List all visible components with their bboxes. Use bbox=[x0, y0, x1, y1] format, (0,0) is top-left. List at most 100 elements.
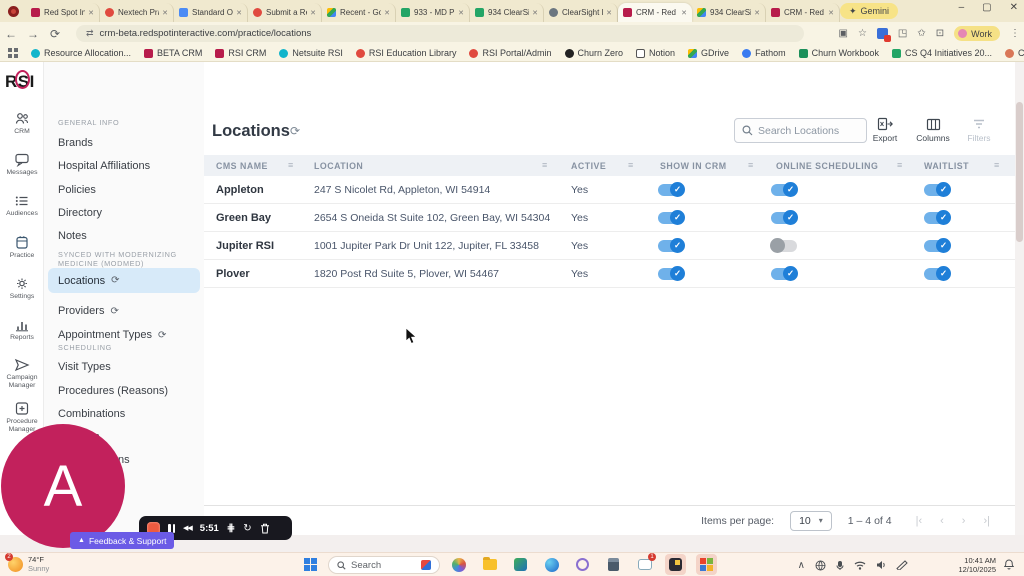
browser-tab-934-clearsi[interactable]: 934 ClearSi ✕ bbox=[470, 3, 544, 22]
profile-chip[interactable]: Work bbox=[954, 26, 1000, 41]
gemini-button[interactable]: ✦ Gemini bbox=[839, 3, 898, 19]
bookmark-fathom[interactable]: Fathom bbox=[742, 48, 786, 58]
browser-tab-red-spot-int[interactable]: Red Spot Int ✕ bbox=[26, 3, 100, 22]
taskbar-search[interactable]: Search bbox=[328, 556, 440, 574]
taskbar-clock[interactable]: 10:41 AM 12/10/2025 bbox=[958, 556, 996, 575]
bookmark-resource-allocation[interactable]: Resource Allocation... bbox=[31, 48, 131, 58]
waitlist-toggle[interactable]: ✓ bbox=[924, 182, 951, 197]
sidebar-item-policies[interactable]: Policies bbox=[48, 179, 200, 201]
sidebar-item-hospital-affiliations[interactable]: Hospital Affiliations bbox=[48, 155, 200, 177]
nav-item-settings[interactable]: Settings bbox=[0, 275, 44, 301]
scrollbar-thumb[interactable] bbox=[1016, 102, 1023, 242]
column-filter-icon[interactable]: ≡ bbox=[288, 160, 293, 170]
maximize-button[interactable]: ▢ bbox=[982, 2, 991, 13]
minimize-button[interactable]: – bbox=[959, 2, 965, 13]
bookmark-star-icon[interactable]: ☆ bbox=[858, 28, 867, 39]
browser-tab-934-clearsi[interactable]: 934 ClearSi ✕ bbox=[692, 3, 766, 22]
active-dark-app-icon[interactable] bbox=[665, 554, 686, 575]
bookmark-beta-crm[interactable]: BETA CRM bbox=[144, 48, 202, 58]
column-filter-icon[interactable]: ≡ bbox=[994, 160, 999, 170]
back-button[interactable]: ← bbox=[0, 27, 22, 41]
browser-tab-submit-a-re[interactable]: Submit a Re ✕ bbox=[248, 3, 322, 22]
grid-icon[interactable]: ⋕ bbox=[227, 523, 235, 534]
floating-avatar[interactable]: A bbox=[1, 424, 125, 548]
column-header-online-scheduling[interactable]: ONLINE SCHEDULING bbox=[776, 161, 878, 171]
show-in-crm-toggle[interactable]: ✓ bbox=[658, 182, 685, 197]
green-app-icon[interactable] bbox=[510, 554, 531, 575]
trash-icon[interactable] bbox=[260, 523, 270, 534]
restart-icon[interactable]: ↻ bbox=[243, 523, 251, 534]
nav-item-practice[interactable]: Practice bbox=[0, 229, 44, 260]
wifi-icon[interactable] bbox=[854, 560, 866, 570]
column-header-active[interactable]: ACTIVE bbox=[571, 161, 606, 171]
nav-item-reports[interactable]: Reports bbox=[0, 316, 44, 342]
show-in-crm-toggle[interactable]: ✓ bbox=[658, 210, 685, 225]
menu-kebab-icon[interactable]: ⋮ bbox=[1010, 28, 1020, 39]
column-header-cms-name[interactable]: CMS NAME bbox=[216, 161, 268, 171]
feedback-support-button[interactable]: ▲ Feedback & Support bbox=[70, 532, 175, 549]
column-header-waitlist[interactable]: WAITLIST bbox=[924, 161, 969, 171]
extension-icon[interactable] bbox=[876, 28, 891, 42]
first-page-button[interactable]: |‹ bbox=[916, 515, 923, 527]
waitlist-toggle[interactable]: ✓ bbox=[924, 210, 951, 225]
close-icon[interactable]: ✕ bbox=[384, 9, 390, 17]
last-page-button[interactable]: ›| bbox=[983, 515, 990, 527]
chat-icon[interactable]: 1 bbox=[634, 553, 656, 575]
star-icon[interactable]: ✩ bbox=[917, 28, 925, 39]
forward-button[interactable]: → bbox=[22, 27, 44, 41]
address-bar[interactable]: ⇄ crm-beta.redspotinteractive.com/practi… bbox=[76, 25, 804, 42]
browser-tab-933-md-pl[interactable]: 933 - MD Pl ✕ bbox=[396, 3, 470, 22]
sidebar-item-providers[interactable]: Providers ⟳ bbox=[48, 300, 200, 322]
column-header-location[interactable]: LOCATION bbox=[314, 161, 363, 171]
bookmark-claude[interactable]: Claude bbox=[1005, 48, 1024, 58]
column-filter-icon[interactable]: ≡ bbox=[748, 160, 753, 170]
copilot-icon[interactable] bbox=[448, 554, 469, 575]
page-size-select[interactable]: 10 ▾ bbox=[790, 510, 832, 531]
bookmark-rsi-portal-admin[interactable]: RSI Portal/Admin bbox=[469, 48, 552, 58]
browser-tab-standard-op[interactable]: Standard Op ✕ bbox=[174, 3, 248, 22]
export-button[interactable]: Export bbox=[862, 117, 908, 143]
close-icon[interactable]: ✕ bbox=[532, 9, 538, 17]
microsoft-app-icon[interactable] bbox=[696, 554, 717, 575]
sidebar-item-directory[interactable]: Directory bbox=[48, 202, 200, 224]
rewind-icon[interactable]: ◀◀ bbox=[183, 524, 193, 532]
bookmark-rsi-education-library[interactable]: RSI Education Library bbox=[355, 48, 456, 58]
show-in-crm-toggle[interactable]: ✓ bbox=[658, 266, 685, 281]
apps-grid-icon[interactable] bbox=[8, 48, 18, 58]
close-button[interactable]: ✕ bbox=[1010, 2, 1018, 13]
browser-tab-clearsight-l[interactable]: ClearSight L ✕ bbox=[544, 3, 618, 22]
edge-icon[interactable] bbox=[541, 554, 562, 575]
network-icon[interactable] bbox=[815, 560, 826, 571]
close-icon[interactable]: ✕ bbox=[310, 9, 316, 17]
online-scheduling-toggle[interactable]: ✓ bbox=[771, 266, 798, 281]
snipping-tool-icon[interactable] bbox=[572, 554, 593, 575]
bookmark-churn-zero[interactable]: Churn Zero bbox=[564, 48, 623, 58]
column-header-show-in-crm[interactable]: SHOW IN CRM bbox=[660, 161, 727, 171]
notification-bell-icon[interactable] bbox=[1004, 559, 1014, 570]
close-icon[interactable]: ✕ bbox=[458, 9, 464, 17]
close-icon[interactable]: ✕ bbox=[162, 9, 168, 17]
filters-button[interactable]: Filters bbox=[956, 117, 1002, 143]
online-scheduling-toggle[interactable]: ✓ bbox=[771, 210, 798, 225]
bookmark-gdrive[interactable]: GDrive bbox=[688, 48, 729, 58]
bookmark-cs-q4-initiatives-20[interactable]: CS Q4 Initiatives 20... bbox=[891, 48, 992, 58]
sidebar-item-notes[interactable]: Notes bbox=[48, 225, 200, 247]
weather-widget[interactable]: 2 74°F Sunny bbox=[5, 552, 49, 573]
previous-page-button[interactable]: ‹ bbox=[940, 515, 944, 527]
online-scheduling-toggle[interactable] bbox=[770, 238, 797, 253]
show-in-crm-toggle[interactable]: ✓ bbox=[658, 238, 685, 253]
nav-item-messages[interactable]: Messages bbox=[0, 151, 44, 177]
pen-icon[interactable] bbox=[896, 560, 908, 570]
calculator-icon[interactable] bbox=[603, 554, 624, 575]
browser-tab-crm-red[interactable]: CRM - Red ✕ bbox=[766, 3, 840, 22]
sidebar-item-combinations[interactable]: Combinations bbox=[48, 403, 200, 425]
column-filter-icon[interactable]: ≡ bbox=[542, 160, 547, 170]
close-icon[interactable]: ✕ bbox=[828, 9, 834, 17]
waitlist-toggle[interactable]: ✓ bbox=[924, 266, 951, 281]
nav-item-crm[interactable]: CRM bbox=[0, 110, 44, 136]
close-icon[interactable]: ✕ bbox=[681, 9, 687, 17]
sidebar-item-brands[interactable]: Brands bbox=[48, 132, 200, 154]
sidebar-item-locations[interactable]: Locations ⟳ bbox=[48, 268, 200, 293]
bookmark-churn-workbook[interactable]: Churn Workbook bbox=[798, 48, 879, 58]
sidebar-item-procedures-reasons[interactable]: Procedures (Reasons) bbox=[48, 380, 200, 402]
